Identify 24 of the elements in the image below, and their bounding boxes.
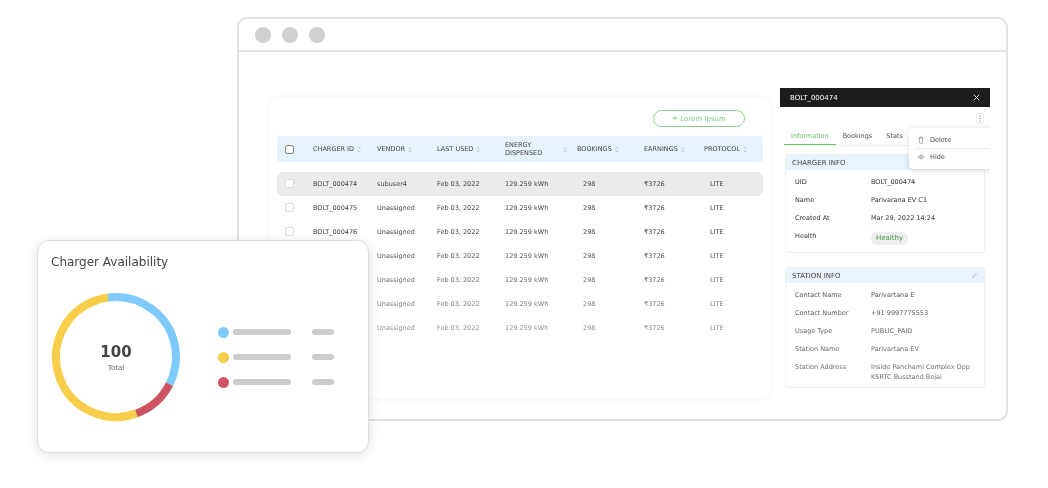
more-options-icon[interactable] [976, 113, 984, 124]
placeholder-bar [312, 354, 334, 360]
edit-icon[interactable] [971, 272, 978, 279]
trash-icon [917, 136, 925, 144]
placeholder-bar [312, 329, 334, 335]
window-dot-icon [282, 26, 298, 43]
card-title: Charger Availability [50, 254, 170, 269]
total-value: 100 [100, 342, 132, 361]
placeholder-bar [312, 379, 334, 385]
sort-icon [408, 145, 413, 153]
sort-icon [476, 145, 481, 153]
sort-icon [742, 145, 747, 153]
eye-icon [917, 153, 925, 161]
placeholder-bar [233, 329, 291, 335]
checkbox[interactable] [285, 144, 294, 154]
sort-icon [357, 145, 362, 153]
window-dot-icon [255, 26, 271, 43]
window-dot-icon [309, 26, 325, 43]
sort-icon [614, 145, 619, 153]
plus-icon [672, 115, 679, 121]
close-icon[interactable] [973, 94, 980, 101]
placeholder-bar [233, 354, 291, 360]
sort-icon [680, 145, 685, 153]
placeholder-bar [233, 379, 291, 385]
